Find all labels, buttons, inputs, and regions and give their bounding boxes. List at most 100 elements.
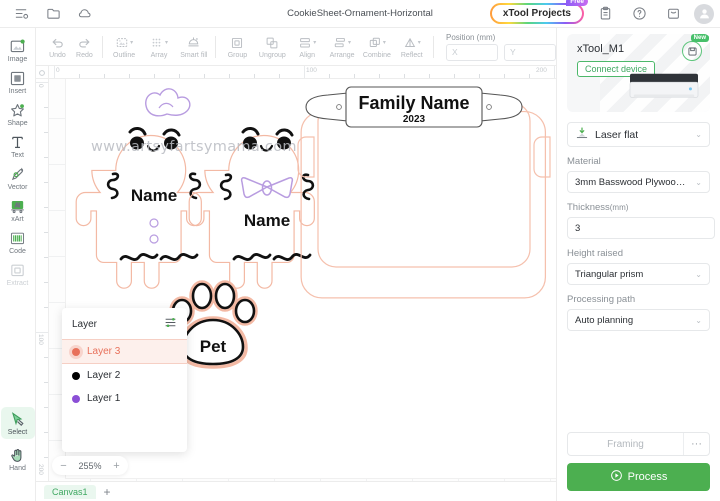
smart-fill-button[interactable]: Smart fill [176, 29, 211, 65]
layers-panel: Layer Layer 3 Layer 2 Layer 1 [62, 308, 187, 452]
thickness-row [567, 217, 715, 239]
laser-machine-icon [629, 73, 699, 98]
processing-path-value: Auto planning [575, 314, 634, 326]
sidebar-item-code[interactable]: Code [1, 226, 35, 258]
combine-button[interactable]: ▾ Combine [359, 29, 394, 65]
layer-label: Layer 3 [87, 346, 121, 357]
redo-label: Redo [76, 51, 93, 59]
sidebar-item-hand[interactable]: Hand [1, 443, 35, 475]
sidebar-item-shape[interactable]: Shape [1, 98, 35, 130]
help-circle-icon[interactable] [626, 1, 652, 27]
layer-label: Layer 2 [87, 370, 121, 381]
laser-flat-icon [575, 126, 589, 143]
canvas-tab-bar: Canvas1 + [36, 481, 556, 501]
align-button[interactable]: ▾ Align [290, 29, 325, 65]
more-options-button[interactable]: ··· [683, 433, 709, 455]
chevron-down-icon: ⌄ [695, 315, 702, 325]
zoom-value[interactable]: 255% [75, 461, 105, 471]
processing-path-select[interactable]: Auto planning ⌄ [567, 309, 710, 331]
outline-icon: ▾ [115, 35, 133, 51]
avatar[interactable] [694, 3, 714, 24]
tab-canvas1[interactable]: Canvas1 [44, 484, 96, 499]
layer-options-icon[interactable] [164, 316, 177, 332]
toolbar-divider [215, 35, 217, 58]
sidebar-item-xart[interactable]: AI xArt [1, 194, 35, 226]
ruler-corner[interactable] [36, 66, 49, 79]
redo-arrow-icon [77, 35, 92, 51]
height-raised-select[interactable]: Triangular prism ⌄ [567, 263, 710, 285]
chevron-down-icon: ⌄ [695, 130, 702, 139]
framing-row: Framing ··· [567, 432, 710, 456]
zoom-in-button[interactable]: + [109, 458, 124, 473]
framing-button[interactable]: Framing [568, 439, 683, 450]
undo-arrow-icon [50, 35, 65, 51]
xtool-projects-label: xTool Projects [502, 8, 571, 19]
outline-button[interactable]: ▾ Outline [107, 29, 142, 65]
save-device-icon[interactable] [682, 41, 702, 61]
redo-button[interactable]: Redo [71, 29, 98, 65]
sidebar-item-image[interactable]: Image [1, 34, 35, 66]
xtool-creative-space-window: CookieSheet-Ornament-Horizontal xTool Pr… [0, 0, 720, 501]
arrange-button[interactable]: ▾ Arrange [325, 29, 360, 65]
work-mode-select[interactable]: Laser flat ⌄ [567, 122, 710, 147]
ruler-v-label-200: 200 [37, 464, 44, 475]
layer-row[interactable]: Layer 2 [62, 364, 187, 387]
xtool-projects-button[interactable]: xTool Projects Free [490, 0, 588, 24]
add-canvas-button[interactable]: + [104, 485, 111, 499]
process-button[interactable]: Process [567, 463, 710, 491]
smart-fill-icon [186, 35, 201, 51]
position-y-input[interactable] [504, 43, 556, 61]
free-badge: Free [566, 0, 588, 6]
chevron-down-icon: ▾ [313, 40, 317, 46]
cloud-icon[interactable] [72, 1, 98, 27]
reflect-icon: ▾ [403, 35, 421, 51]
toolbar-divider [433, 35, 434, 58]
layers-title: Layer [72, 318, 98, 330]
vertical-ruler: 0 100 200 [36, 66, 49, 501]
edit-toolbar: Undo Redo ▾ Outline ▾ Array Smart fill G… [36, 28, 556, 66]
position-label: Position (mm) [446, 32, 496, 42]
device-card: New xTool_M1 Connect device [567, 34, 710, 112]
thickness-input[interactable] [567, 217, 715, 239]
layer-row[interactable]: Layer 3 [62, 339, 187, 364]
sidebar-label-insert: Insert [8, 88, 27, 95]
right-settings-panel: New xTool_M1 Connect device Laser flat ⌄… [556, 28, 720, 501]
sidebar-item-extract[interactable]: Extract [1, 258, 35, 290]
sidebar-item-select[interactable]: Select [0, 407, 35, 439]
sidebar-label-xart: xArt [11, 216, 24, 223]
reflect-button[interactable]: ▾ Reflect [394, 29, 429, 65]
layer-color-swatch [72, 394, 80, 403]
sidebar-item-vector[interactable]: Vector [1, 162, 35, 194]
ungroup-button[interactable]: Ungroup [255, 29, 290, 65]
undo-label: Undo [49, 51, 66, 59]
ruler-v-label-0: 0 [37, 84, 44, 88]
material-select[interactable]: 3mm Basswood Plywood A4 ⌄ [567, 171, 710, 193]
sidebar-item-insert[interactable]: Insert [1, 66, 35, 98]
layer-label: Layer 1 [87, 393, 121, 404]
top-bar-left-icons [0, 1, 98, 27]
chevron-down-icon: ▾ [382, 40, 386, 46]
processing-path-label: Processing path [567, 294, 636, 305]
position-x-input[interactable] [446, 43, 498, 61]
store-bag-icon[interactable] [660, 1, 686, 27]
group-label: Group [227, 51, 248, 59]
align-icon: ▾ [298, 35, 316, 51]
height-raised-value: Triangular prism [575, 268, 644, 280]
array-button[interactable]: ▾ Array [142, 29, 177, 65]
layer-row[interactable]: Layer 1 [62, 387, 187, 410]
arrange-label: Arrange [329, 51, 355, 59]
ungroup-icon [265, 35, 279, 51]
undo-button[interactable]: Undo [44, 29, 71, 65]
group-button[interactable]: Group [220, 29, 255, 65]
sidebar-item-text[interactable]: Text [1, 130, 35, 162]
chevron-down-icon: ⌄ [695, 177, 702, 187]
menu-icon[interactable] [8, 1, 34, 27]
zoom-out-button[interactable]: − [56, 458, 71, 473]
folder-icon[interactable] [40, 1, 66, 27]
layers-header: Layer [62, 308, 187, 339]
combine-icon: ▾ [368, 35, 386, 51]
sidebar-label-code: Code [9, 248, 26, 255]
clipboard-icon[interactable] [592, 1, 618, 27]
chevron-down-icon: ⌄ [695, 269, 702, 279]
sidebar-label-text: Text [11, 152, 24, 159]
